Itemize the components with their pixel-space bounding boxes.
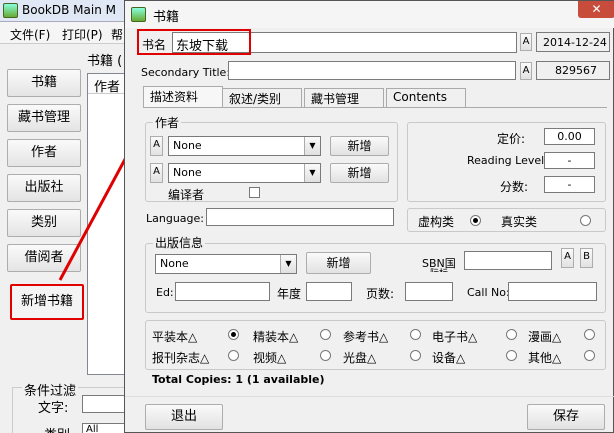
format-paperback-radio[interactable]	[228, 329, 239, 340]
reading-level-input[interactable]: -	[544, 152, 595, 169]
isbn-b-button[interactable]: B	[580, 248, 593, 268]
format-other-label: 其他△	[528, 351, 562, 365]
author1-add-button[interactable]: 新增	[330, 136, 389, 156]
authors-group-label: 作者	[153, 114, 182, 131]
author1-a-button[interactable]: A	[150, 136, 163, 156]
editor-label: 编译者	[168, 188, 205, 202]
year-label: 年度	[277, 287, 302, 301]
publisher-select[interactable]: None ▼	[155, 254, 297, 274]
secondary-title-input[interactable]	[228, 61, 516, 80]
edition-label: Ed:	[156, 286, 174, 299]
isbn-input[interactable]	[464, 251, 552, 270]
publisher-add-button[interactable]: 新增	[306, 252, 371, 274]
format-ebook-radio[interactable]	[506, 329, 517, 340]
date-field: 2014-12-24	[536, 32, 610, 52]
author2-a-button[interactable]: A	[150, 163, 163, 183]
format-device-label: 设备△	[432, 351, 466, 365]
author2-value: None	[173, 166, 202, 179]
chevron-down-icon[interactable]: ▼	[304, 137, 320, 155]
total-copies-text: Total Copies: 1 (1 available)	[152, 373, 325, 386]
tab-narrative-category[interactable]: 叙述/类别	[222, 88, 302, 107]
score-label: 分数:	[500, 180, 529, 194]
format-cd-radio[interactable]	[410, 350, 421, 361]
dialog-title: 书籍	[153, 10, 180, 25]
pages-label: 页数:	[366, 287, 395, 301]
fiction-radio[interactable]	[470, 215, 481, 226]
price-label: 定价:	[497, 132, 526, 146]
format-ebook-label: 电子书△	[432, 330, 478, 344]
call-no-input[interactable]	[508, 282, 597, 301]
language-input[interactable]	[206, 208, 394, 226]
isbn-label-cont: 际标	[430, 266, 448, 272]
format-video-label: 视频△	[253, 351, 287, 365]
edition-input[interactable]	[175, 282, 270, 301]
format-hardcover-radio[interactable]	[320, 329, 331, 340]
tab-divider	[143, 107, 607, 108]
close-button[interactable]: ✕	[578, 1, 614, 18]
publishing-group-label: 出版信息	[153, 234, 206, 251]
book-id-field: 829567	[536, 61, 610, 80]
format-other-radio[interactable]	[584, 350, 595, 361]
format-comic-radio[interactable]	[584, 329, 595, 340]
secondary-title-label: Secondary Title:	[141, 66, 231, 79]
format-paperback-label: 平装本△	[152, 330, 198, 344]
format-hardcover-label: 精装本△	[253, 330, 299, 344]
chevron-down-icon[interactable]: ▼	[304, 164, 320, 182]
tab-collection[interactable]: 藏书管理	[304, 88, 384, 107]
format-magazine-radio[interactable]	[228, 350, 239, 361]
author2-select[interactable]: None ▼	[168, 163, 321, 183]
format-reference-radio[interactable]	[410, 329, 421, 340]
dialog-app-icon	[131, 7, 146, 22]
bottom-divider	[125, 396, 614, 397]
secondary-a-button[interactable]: A	[520, 62, 532, 80]
score-input[interactable]: -	[544, 176, 595, 193]
format-reference-label: 参考书△	[343, 330, 389, 344]
isbn-a-button[interactable]: A	[561, 248, 574, 268]
year-input[interactable]	[306, 282, 352, 301]
title-a-button[interactable]: A	[520, 33, 532, 51]
format-magazine-label: 报刊杂志△	[152, 351, 210, 365]
format-comic-label: 漫画△	[528, 330, 562, 344]
language-label: Language:	[146, 212, 204, 225]
fact-radio[interactable]	[580, 215, 591, 226]
author2-add-button[interactable]: 新增	[330, 163, 389, 183]
tab-contents[interactable]: Contents	[386, 88, 466, 107]
dialog-titlebar: 书籍 ✕	[125, 1, 614, 28]
fact-label: 真实类	[501, 215, 538, 229]
save-button[interactable]: 保存	[527, 404, 605, 430]
price-input[interactable]: 0.00	[544, 128, 595, 145]
format-device-radio[interactable]	[506, 350, 517, 361]
chevron-down-icon[interactable]: ▼	[280, 255, 296, 273]
exit-button[interactable]: 退出	[145, 404, 223, 430]
pages-input[interactable]	[405, 282, 453, 301]
fiction-label: 虚构类	[418, 215, 455, 229]
publisher-value: None	[160, 257, 189, 270]
format-cd-label: 光盘△	[343, 351, 377, 365]
format-video-radio[interactable]	[320, 350, 331, 361]
author1-select[interactable]: None ▼	[168, 136, 321, 156]
highlight-box	[137, 29, 251, 55]
tab-description[interactable]: 描述资料	[143, 86, 223, 108]
reading-level-label: Reading Level	[467, 154, 545, 167]
editor-checkbox[interactable]	[249, 187, 260, 198]
call-no-label: Call No:	[467, 286, 510, 299]
author1-value: None	[173, 139, 202, 152]
